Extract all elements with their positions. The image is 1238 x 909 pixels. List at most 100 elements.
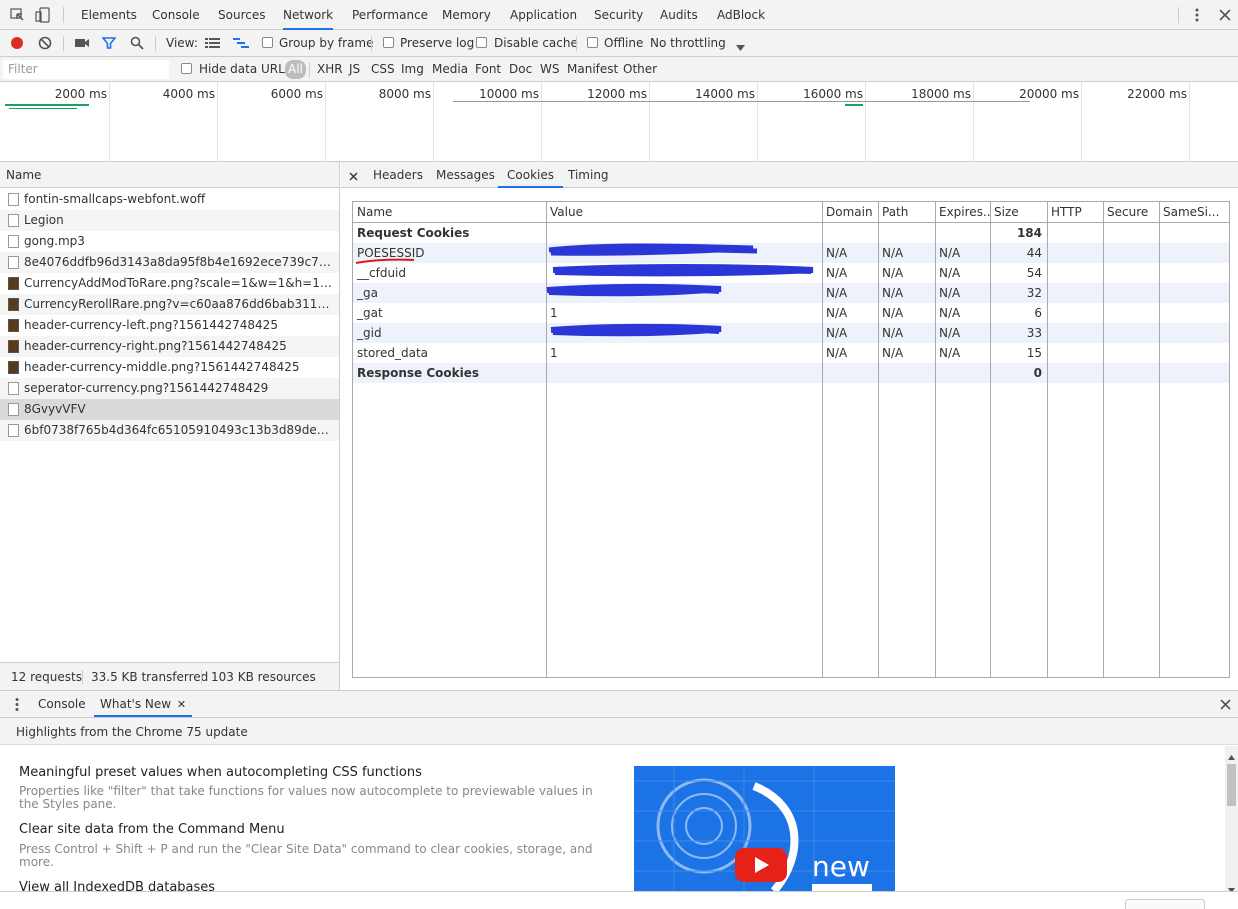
- throttling-select[interactable]: No throttling: [650, 36, 726, 50]
- tab-sources[interactable]: Sources: [218, 0, 265, 30]
- tab-audits[interactable]: Audits: [660, 0, 698, 30]
- request-row[interactable]: 6bf0738f765b4d364fc65105910493c13b3d89de…: [0, 420, 339, 441]
- more-options-icon[interactable]: [1192, 7, 1202, 23]
- type-filter-other[interactable]: Other: [623, 62, 657, 76]
- chevron-down-icon[interactable]: [736, 40, 745, 51]
- bottom-strip: [0, 891, 1238, 909]
- type-filter-img[interactable]: Img: [401, 62, 424, 76]
- drawer-scrollbar[interactable]: [1225, 746, 1238, 893]
- type-filter-js[interactable]: JS: [349, 62, 360, 76]
- tick-label: 8000 ms: [378, 87, 431, 101]
- group-by-frame-checkbox[interactable]: [262, 37, 273, 48]
- offline-checkbox[interactable]: [587, 37, 598, 48]
- request-row[interactable]: gong.mp3: [0, 231, 339, 252]
- tick-label: 18000 ms: [911, 87, 971, 101]
- tick-label: 4000 ms: [162, 87, 215, 101]
- large-rows-icon[interactable]: [205, 37, 220, 49]
- drawer-tab-whats-new[interactable]: What's New ✕: [94, 691, 193, 717]
- image-icon: [8, 277, 19, 290]
- whats-new-item-title[interactable]: Clear site data from the Command Menu: [19, 822, 285, 837]
- type-filter-xhr[interactable]: XHR: [317, 62, 343, 76]
- tick-label: 14000 ms: [695, 87, 755, 101]
- tab-adblock[interactable]: AdBlock: [717, 0, 765, 30]
- search-icon[interactable]: [130, 36, 144, 50]
- waterfall-view-icon[interactable]: [233, 37, 249, 49]
- tab-network[interactable]: Network: [283, 0, 334, 30]
- request-row[interactable]: header-currency-middle.png?1561442748425: [0, 357, 339, 378]
- tick-label: 22000 ms: [1127, 87, 1187, 101]
- file-icon: [8, 235, 19, 248]
- request-row[interactable]: CurrencyRerollRare.png?v=c60aa876dd6bab3…: [0, 294, 339, 315]
- request-name: header-currency-right.png?1561442748425: [24, 339, 287, 353]
- tab-console[interactable]: Console: [152, 0, 200, 30]
- drawer-pane: Console What's New ✕ Highlights from the…: [0, 690, 1238, 909]
- request-name: gong.mp3: [24, 234, 85, 248]
- name-column-header[interactable]: Name: [0, 162, 339, 188]
- cookie-row[interactable]: stored_data 1 N/A N/A N/A 15: [353, 343, 1229, 363]
- whats-new-item-title[interactable]: View all IndexedDB databases: [19, 880, 215, 891]
- scroll-up-icon[interactable]: [1228, 749, 1235, 760]
- tab-performance[interactable]: Performance: [352, 0, 428, 30]
- filter-icon[interactable]: [101, 36, 117, 50]
- tick-label: 6000 ms: [270, 87, 323, 101]
- request-row[interactable]: CurrencyAddModToRare.png?scale=1&w=1&h=1…: [0, 273, 339, 294]
- close-drawer-icon[interactable]: [1220, 699, 1231, 710]
- request-row[interactable]: header-currency-right.png?1561442748425: [0, 336, 339, 357]
- disable-cache-label: Disable cache: [494, 36, 578, 50]
- tick-label: 2000 ms: [54, 87, 107, 101]
- timeline-bar: [9, 108, 77, 109]
- request-row[interactable]: seperator-currency.png?1561442748429: [0, 378, 339, 399]
- filter-input[interactable]: Filter: [3, 60, 169, 79]
- timeline-overview[interactable]: 2000 ms 4000 ms 6000 ms 8000 ms 10000 ms…: [0, 82, 1238, 162]
- request-name: 6bf0738f765b4d364fc65105910493c13b3d89de…: [24, 423, 336, 437]
- type-filter-ws[interactable]: WS: [540, 62, 559, 76]
- cookie-value-cell: 1: [550, 346, 558, 360]
- hide-data-urls-checkbox[interactable]: [181, 63, 192, 74]
- cookie-name-cell: stored_data: [357, 346, 428, 360]
- disable-cache-checkbox[interactable]: [476, 37, 487, 48]
- preserve-log-checkbox[interactable]: [383, 37, 394, 48]
- type-filter-doc[interactable]: Doc: [509, 62, 532, 76]
- tab-headers[interactable]: Headers: [373, 162, 423, 188]
- whats-new-item-title[interactable]: Meaningful preset values when autocomple…: [19, 765, 422, 780]
- tab-security[interactable]: Security: [594, 0, 643, 30]
- resources-size: 103 KB resources: [211, 670, 316, 684]
- tab-application[interactable]: Application: [510, 0, 577, 30]
- request-row[interactable]: 8e4076ddfb96d3143a8da95f8b4e1692ece739c7…: [0, 252, 339, 273]
- request-row[interactable]: 8GvyvVFV: [0, 399, 339, 420]
- cookie-size-cell: 15: [1026, 346, 1042, 360]
- inspect-element-icon[interactable]: [10, 8, 25, 22]
- tick-label: 10000 ms: [479, 87, 539, 101]
- capture-screenshots-icon[interactable]: [74, 37, 90, 49]
- type-filter-media[interactable]: Media: [432, 62, 468, 76]
- type-filter-all[interactable]: All: [285, 60, 306, 79]
- tab-timing[interactable]: Timing: [568, 162, 609, 188]
- whats-new-video-thumbnail[interactable]: new: [634, 766, 895, 891]
- drawer-tab-console[interactable]: Console: [38, 691, 86, 717]
- tab-messages[interactable]: Messages: [436, 162, 495, 188]
- tick-label: 20000 ms: [1019, 87, 1079, 101]
- scroll-down-icon[interactable]: [1228, 882, 1235, 893]
- record-icon[interactable]: [10, 36, 24, 50]
- close-details-icon[interactable]: [349, 170, 358, 181]
- request-row[interactable]: header-currency-left.png?1561442748425: [0, 315, 339, 336]
- tab-cookies[interactable]: Cookies: [498, 162, 563, 188]
- tab-elements[interactable]: Elements: [81, 0, 137, 30]
- close-devtools-icon[interactable]: [1219, 9, 1231, 21]
- device-toolbar-icon[interactable]: [35, 7, 51, 23]
- devtools-tab-bar: Elements Console Sources Network Perform…: [0, 0, 1238, 30]
- tab-memory[interactable]: Memory: [442, 0, 491, 30]
- offline-label: Offline: [604, 36, 644, 50]
- close-tab-icon[interactable]: ✕: [177, 698, 186, 711]
- request-row[interactable]: Legion: [0, 210, 339, 231]
- drawer-tab-label: What's New: [100, 697, 172, 711]
- type-filter-font[interactable]: Font: [475, 62, 501, 76]
- clear-icon[interactable]: [38, 36, 52, 50]
- scrollbar-thumb[interactable]: [1227, 764, 1236, 806]
- request-row[interactable]: fontin-smallcaps-webfont.woff: [0, 189, 339, 210]
- details-tab-bar: Headers Messages Cookies Timing: [341, 162, 1238, 188]
- drawer-menu-icon[interactable]: [14, 697, 20, 712]
- type-filter-manifest[interactable]: Manifest: [567, 62, 618, 76]
- type-filter-css[interactable]: CSS: [371, 62, 395, 76]
- network-toolbar: View: Group by frame Preserve log Disabl…: [0, 30, 1238, 57]
